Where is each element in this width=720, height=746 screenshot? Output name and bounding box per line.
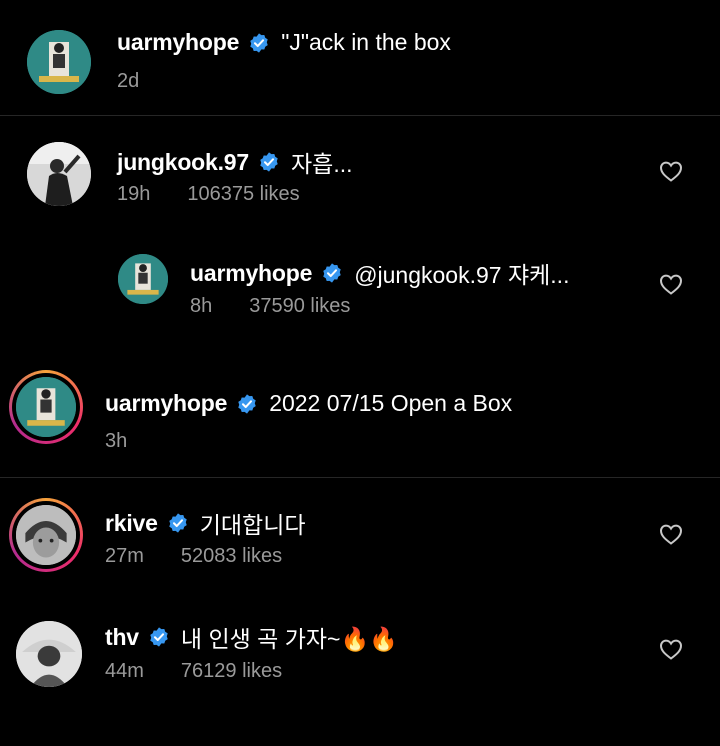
comment-time: 19h [117, 183, 151, 205]
avatar[interactable] [16, 505, 76, 565]
likes-count[interactable]: 52083 likes [181, 545, 282, 568]
heart-outline-icon[interactable] [659, 160, 683, 182]
comment-row: thv 내 인생 곡 가자~🔥🔥 44m 76129 likes [0, 590, 720, 746]
reply-row: uarmyhope @jungkook.97 쟈케... 8h 37590 li… [0, 230, 720, 346]
thv-avatar-image [16, 621, 82, 687]
verified-badge-icon [260, 152, 278, 172]
verified-badge-icon [250, 32, 268, 53]
comment-row: jungkook.97 자흡... 19h 106375 likes [0, 116, 720, 230]
comment-row: uarmyhope 2022 07/15 Open a Box 3h [0, 365, 720, 476]
verified-badge-icon [169, 513, 187, 533]
avatar[interactable] [118, 254, 168, 304]
username[interactable]: thv [105, 624, 139, 651]
username[interactable]: jungkook.97 [117, 149, 249, 176]
comment-row: uarmyhope "J"ack in the box 2d [0, 0, 720, 115]
username[interactable]: uarmyhope [117, 29, 239, 56]
avatar[interactable] [16, 621, 82, 687]
comment-time: 3h [105, 430, 128, 452]
heart-outline-icon[interactable] [659, 523, 683, 545]
jack-in-the-box-avatar-image [118, 254, 168, 304]
comment-time: 2d [117, 70, 140, 92]
comment-text: 내 인생 곡 가자~🔥🔥 [180, 626, 398, 652]
jack-in-the-box-avatar-image [16, 377, 76, 437]
comment-row: rkive 기대합니다 27m 52083 likes [0, 478, 720, 588]
verified-badge-icon [150, 627, 168, 647]
comment-time: 44m [105, 660, 144, 682]
username[interactable]: uarmyhope [190, 260, 312, 287]
comment-time: 8h [190, 295, 213, 317]
likes-count[interactable]: 37590 likes [249, 295, 350, 318]
comment-text: @jungkook.97 쟈케... [354, 262, 570, 288]
comment-text: 기대합니다 [199, 512, 306, 538]
avatar[interactable] [27, 142, 91, 206]
jack-in-the-box-avatar-image [27, 30, 91, 94]
username[interactable]: rkive [105, 510, 158, 537]
comment-text: 자흡... [291, 151, 353, 177]
heart-outline-icon[interactable] [659, 273, 683, 295]
username[interactable]: uarmyhope [105, 390, 227, 417]
rkive-avatar-image [16, 505, 76, 565]
avatar[interactable] [16, 377, 76, 437]
verified-badge-icon [238, 393, 256, 414]
heart-outline-icon[interactable] [659, 638, 683, 660]
likes-count[interactable]: 76129 likes [181, 660, 282, 683]
comment-text: 2022 07/15 Open a Box [269, 390, 513, 416]
verified-badge-icon [323, 263, 341, 283]
comment-text: "J"ack in the box [281, 29, 451, 55]
jungkook-avatar-image [27, 142, 91, 206]
likes-count[interactable]: 106375 likes [187, 183, 299, 206]
avatar[interactable] [27, 30, 91, 94]
comment-time: 27m [105, 545, 144, 567]
